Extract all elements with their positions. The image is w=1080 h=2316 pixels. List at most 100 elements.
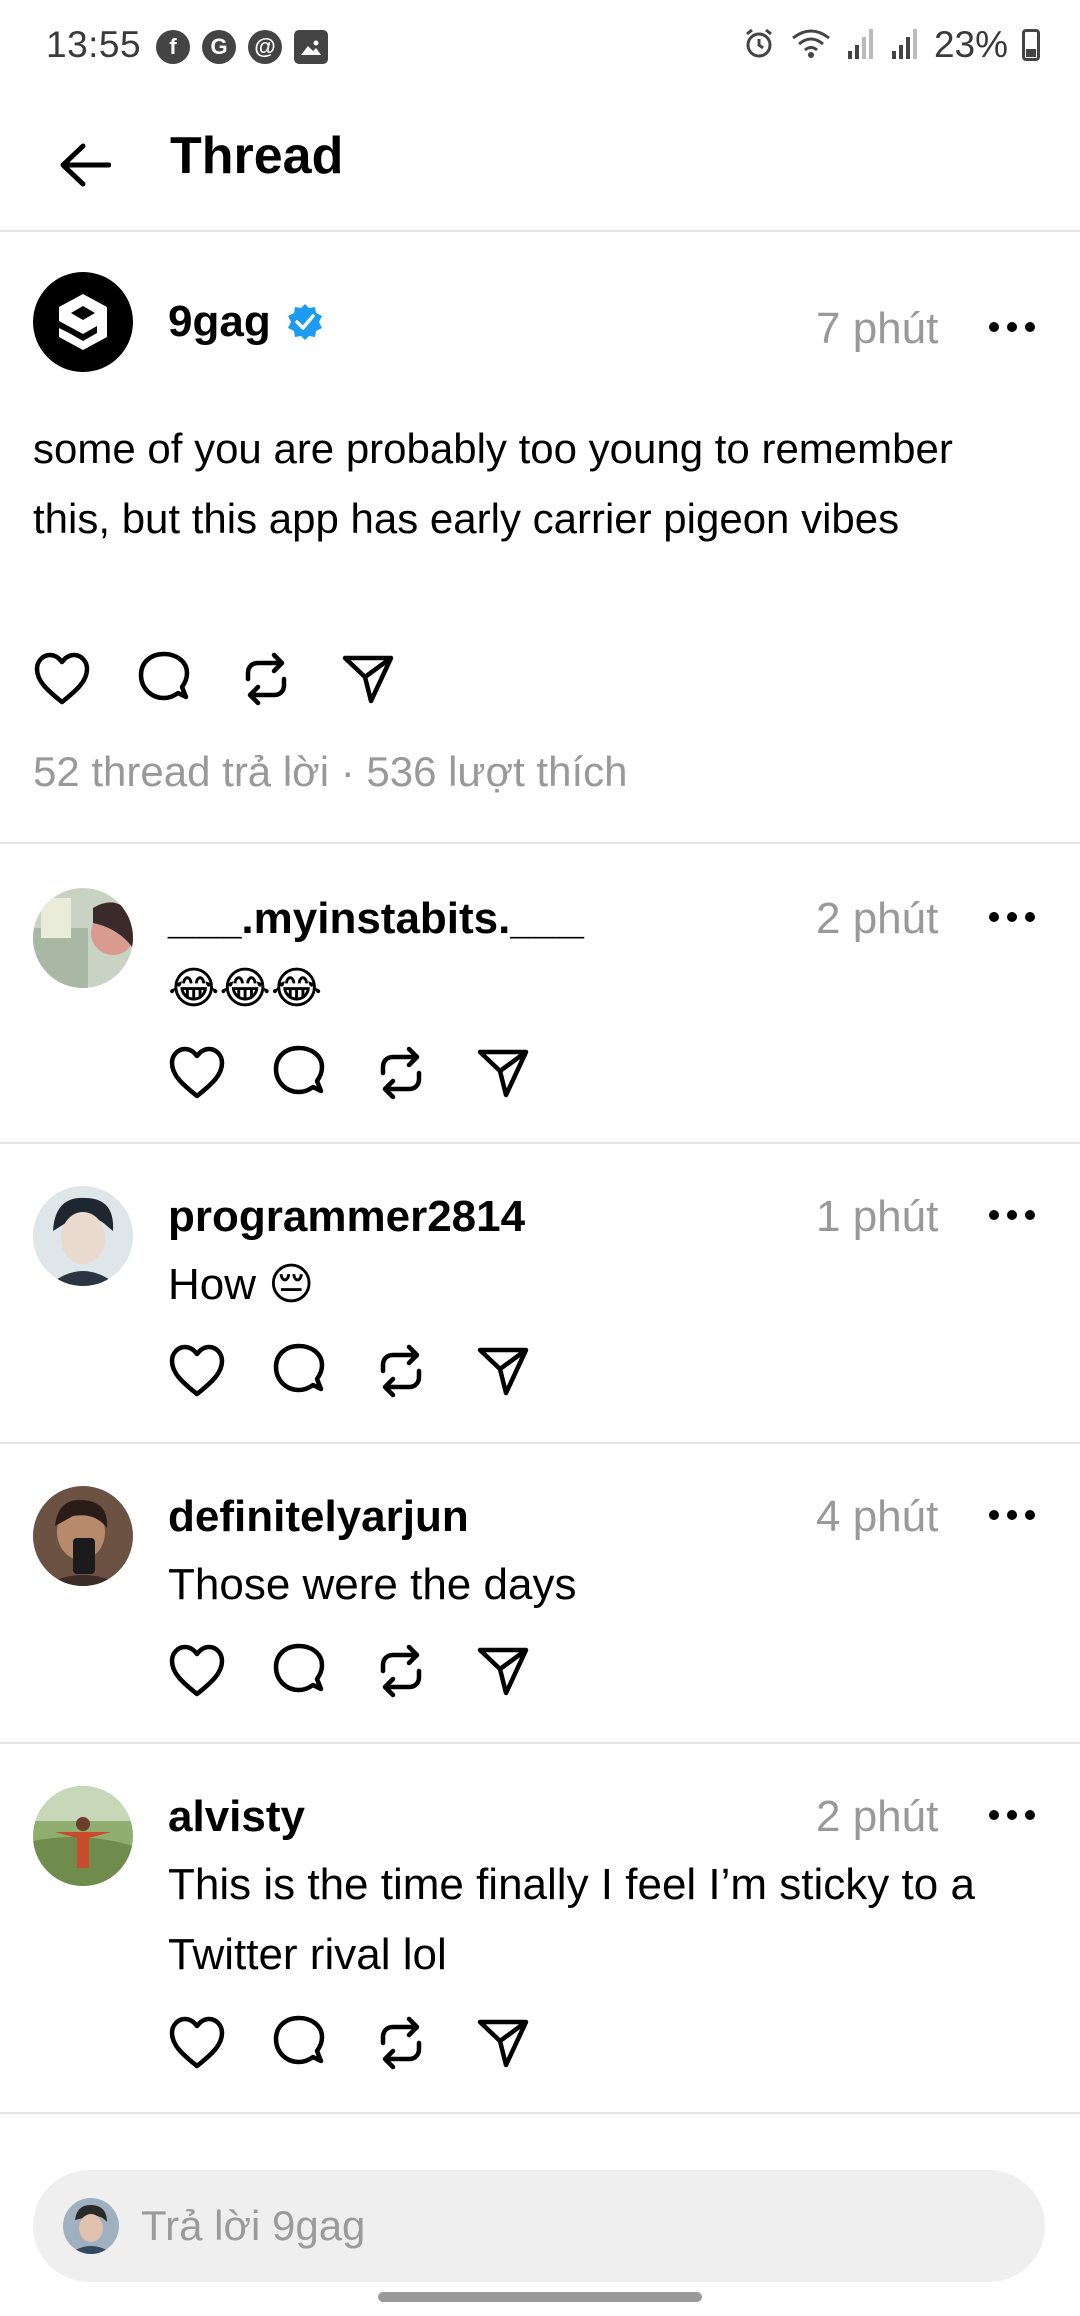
page-title: Thread — [170, 127, 344, 185]
send-icon — [477, 1347, 529, 1396]
share-button[interactable] — [474, 1044, 532, 1102]
repost-icon — [380, 1644, 422, 1698]
reply-time: 2 phút — [816, 894, 939, 943]
heart-icon — [34, 652, 90, 705]
heart-icon — [169, 1344, 225, 1397]
reply-text: How 😔 — [168, 1260, 315, 1309]
repost-button[interactable] — [372, 2014, 430, 2072]
comment-button[interactable] — [135, 650, 193, 708]
back-button[interactable] — [50, 130, 120, 200]
send-icon — [477, 1647, 529, 1696]
comment-icon — [273, 1643, 325, 1693]
repost-icon — [380, 1344, 422, 1398]
more-icon — [989, 1210, 1035, 1220]
repost-button[interactable] — [372, 1642, 430, 1700]
repost-button[interactable] — [237, 650, 295, 708]
heart-icon — [169, 2016, 225, 2069]
username[interactable]: 9gag — [168, 297, 271, 347]
facebook-icon: f — [156, 30, 190, 64]
comment-button[interactable] — [270, 2014, 328, 2072]
reply-username[interactable]: ___.myinstabits.___ — [168, 894, 584, 944]
header: Thread — [0, 96, 1080, 232]
reply-actions — [168, 1044, 532, 1102]
status-bar: 13:55 f G @ 23% — [0, 0, 1080, 96]
more-options-button[interactable] — [982, 1190, 1042, 1240]
reply-username[interactable]: alvisty — [168, 1792, 305, 1842]
reply-actions — [168, 2014, 532, 2072]
comment-icon — [273, 1045, 325, 1095]
heart-icon — [169, 1046, 225, 1099]
alarm-icon — [742, 26, 776, 65]
comment-icon — [273, 2015, 325, 2065]
repost-icon — [245, 652, 287, 706]
comment-icon — [138, 651, 190, 701]
like-button[interactable] — [168, 1342, 226, 1400]
9gag-logo-icon — [59, 294, 107, 350]
more-icon — [989, 1810, 1035, 1820]
repost-button[interactable] — [372, 1342, 430, 1400]
share-button[interactable] — [474, 1342, 532, 1400]
google-icon: G — [202, 30, 236, 64]
reply-item: ___.myinstabits.___ 2 phút 😂😂😂 — [0, 844, 1080, 1144]
send-icon — [477, 2019, 529, 2068]
send-icon — [477, 1049, 529, 1098]
signal-icon-1 — [846, 27, 876, 64]
home-indicator[interactable] — [378, 2292, 702, 2302]
status-app-icons: f G @ — [156, 30, 328, 64]
more-options-button[interactable] — [982, 1490, 1042, 1540]
verified-badge-icon — [287, 304, 322, 340]
wifi-icon — [790, 26, 832, 65]
arrow-left-icon — [60, 143, 111, 187]
like-button[interactable] — [33, 650, 91, 708]
post-actions — [33, 650, 397, 708]
avatar[interactable] — [33, 888, 133, 988]
send-icon — [342, 655, 394, 704]
post-stats[interactable]: 52 thread trả lời · 536 lượt thích — [33, 748, 627, 796]
reply-item: alvisty 2 phút This is the time finally … — [0, 1744, 1080, 2114]
more-icon — [989, 912, 1035, 922]
reply-item: definitelyarjun 4 phút Those were the da… — [0, 1444, 1080, 1744]
reply-actions — [168, 1642, 532, 1700]
reply-time: 2 phút — [816, 1792, 939, 1841]
share-button[interactable] — [339, 650, 397, 708]
signal-icon-2 — [890, 27, 920, 64]
avatar[interactable] — [33, 1486, 133, 1586]
more-options-button[interactable] — [982, 892, 1042, 942]
more-icon — [989, 322, 1035, 332]
more-icon — [989, 1510, 1035, 1520]
reply-time: 4 phút — [816, 1492, 939, 1541]
reply-text: Those were the days — [168, 1560, 577, 1609]
repost-button[interactable] — [372, 1044, 430, 1102]
comment-button[interactable] — [270, 1044, 328, 1102]
avatar — [63, 2198, 119, 2254]
reply-input[interactable] — [141, 2192, 1001, 2260]
comment-button[interactable] — [270, 1642, 328, 1700]
battery-percent: 23% — [933, 24, 1008, 65]
threads-icon: @ — [248, 30, 282, 64]
like-button[interactable] — [168, 1044, 226, 1102]
reply-bar[interactable] — [33, 2170, 1045, 2282]
reply-text: 😂😂😂 — [168, 964, 323, 1013]
share-button[interactable] — [474, 2014, 532, 2072]
repost-icon — [380, 2016, 422, 2070]
like-button[interactable] — [168, 1642, 226, 1700]
reply-text: This is the time finally I feel I’m stic… — [168, 1860, 975, 1979]
reply-item: programmer2814 1 phút How 😔 — [0, 1144, 1080, 1444]
post-time: 7 phút — [816, 304, 939, 353]
status-time: 13:55 — [46, 24, 142, 65]
heart-icon — [169, 1644, 225, 1697]
reply-username[interactable]: definitelyarjun — [168, 1492, 469, 1542]
repost-icon — [380, 1046, 422, 1100]
comment-button[interactable] — [270, 1342, 328, 1400]
more-options-button[interactable] — [982, 302, 1042, 352]
share-button[interactable] — [474, 1642, 532, 1700]
like-button[interactable] — [168, 2014, 226, 2072]
reply-username[interactable]: programmer2814 — [168, 1192, 525, 1242]
reply-time: 1 phút — [816, 1192, 939, 1241]
avatar[interactable] — [33, 1186, 133, 1286]
more-options-button[interactable] — [982, 1790, 1042, 1840]
battery-icon — [1022, 29, 1040, 61]
gallery-icon — [294, 30, 328, 64]
avatar[interactable] — [33, 1786, 133, 1886]
avatar-9gag[interactable] — [33, 272, 133, 372]
